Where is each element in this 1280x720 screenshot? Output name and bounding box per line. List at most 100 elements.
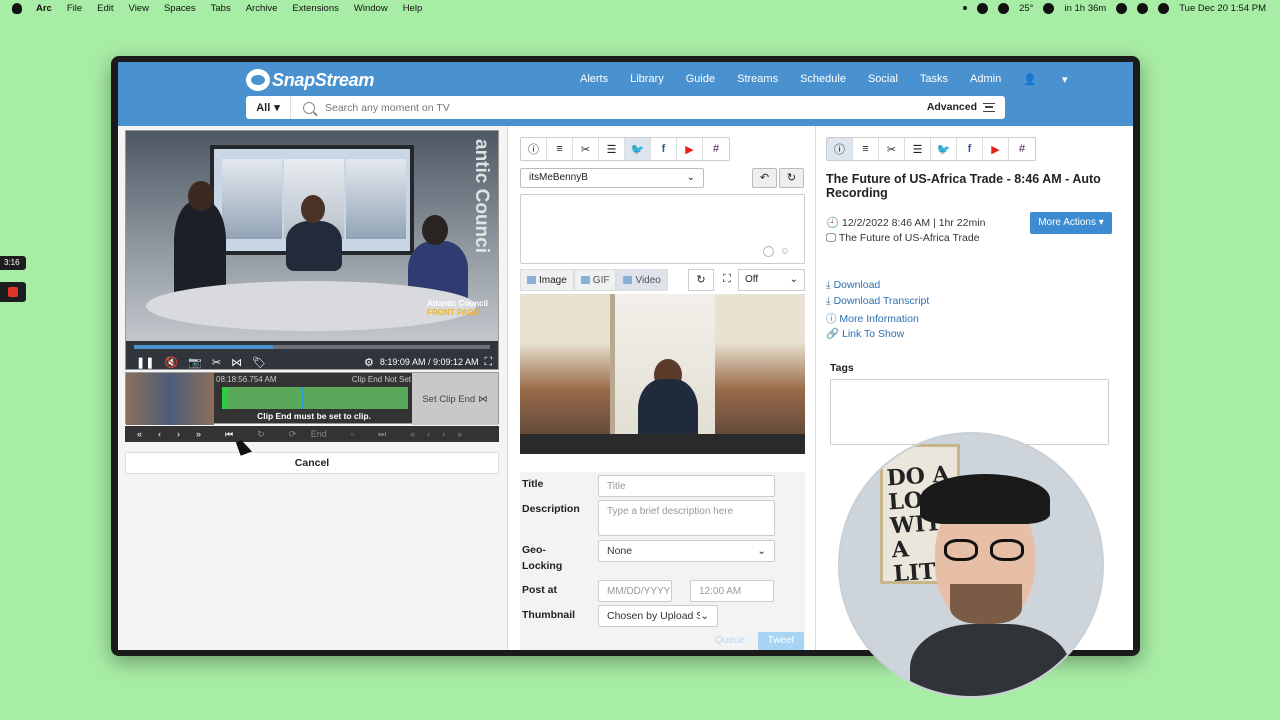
playhead-marker[interactable] [302, 387, 304, 409]
play-icon[interactable] [998, 2, 1010, 14]
end-forward-fast-icon[interactable]: » [457, 429, 462, 439]
video-progress[interactable] [134, 345, 490, 349]
scissors-icon[interactable]: ✂ [879, 138, 905, 160]
clip-start-handle[interactable] [222, 387, 228, 409]
refresh-media-icon[interactable]: ↻ [688, 269, 714, 291]
nav-guide[interactable]: Guide [686, 73, 715, 86]
set-end-button[interactable]: ⟳ End [289, 429, 327, 440]
download-link[interactable]: ⤓ Download [826, 279, 880, 292]
description-field[interactable]: Type a brief description here [598, 500, 775, 536]
tweet-composer[interactable]: ☺ [520, 194, 805, 264]
bookmark-icon[interactable]: ▫ [351, 429, 354, 439]
cancel-button[interactable]: Cancel [125, 452, 499, 474]
menu-help[interactable]: Help [403, 3, 423, 14]
facebook-icon[interactable]: f [651, 138, 677, 160]
nav-streams[interactable]: Streams [737, 73, 778, 86]
tab-gif[interactable]: GIF [573, 269, 617, 291]
clip-thumbnails[interactable] [126, 373, 214, 425]
step-forward-icon[interactable]: › [177, 429, 180, 439]
queue-button[interactable]: Queue [706, 632, 754, 650]
weather-text[interactable]: 25° [1019, 3, 1033, 14]
jump-to-start-icon[interactable]: ⏮ [225, 429, 233, 440]
user-menu[interactable]: 👤 ▾ [1023, 73, 1089, 86]
menu-clock[interactable]: Tue Dec 20 1:54 PM [1179, 3, 1266, 14]
clip-end-icon[interactable]: ⋈ [231, 356, 242, 369]
post-time-field[interactable]: 12:00 AM [690, 580, 774, 602]
nav-library[interactable]: Library [630, 73, 664, 86]
menu-extensions[interactable]: Extensions [292, 3, 338, 14]
end-step-back-icon[interactable]: ‹ [427, 429, 430, 439]
transcript-icon[interactable]: ≡ [853, 138, 879, 160]
apple-icon[interactable] [12, 2, 22, 14]
loop-icon[interactable]: ↻ [257, 429, 265, 440]
menu-window[interactable]: Window [354, 3, 388, 14]
tab-video[interactable]: Video [616, 269, 668, 291]
nav-alerts[interactable]: Alerts [580, 73, 608, 86]
battery-icon[interactable] [1116, 2, 1128, 14]
end-step-forward-icon[interactable]: › [442, 429, 445, 439]
forward-fast-icon[interactable]: » [196, 429, 201, 439]
mute-icon[interactable]: 🔇 [164, 356, 178, 369]
youtube-icon[interactable]: ▶ [677, 138, 703, 160]
tag-icon[interactable]: 🏷 [252, 356, 266, 369]
transcript-icon[interactable]: ≡ [547, 138, 573, 160]
menu-view[interactable]: View [129, 3, 149, 14]
undo-button[interactable]: ↶ [752, 168, 777, 188]
clip-range[interactable] [222, 387, 408, 409]
crop-select[interactable]: Off ⌄ [738, 269, 805, 291]
step-back-icon[interactable]: ‹ [158, 429, 161, 439]
geo-locking-select[interactable]: None ⌄ [598, 540, 775, 562]
camera-icon[interactable]: 📷 [188, 356, 202, 369]
emoji-icon[interactable]: ☺ [780, 246, 790, 257]
nav-schedule[interactable]: Schedule [800, 73, 846, 86]
nav-social[interactable]: Social [868, 73, 898, 86]
title-field[interactable]: Title [598, 475, 775, 497]
menu-tabs[interactable]: Tabs [211, 3, 231, 14]
thumbnail-select[interactable]: Chosen by Upload Sit ⌄ [598, 605, 718, 627]
slack-icon[interactable]: # [1009, 138, 1035, 160]
info-icon[interactable]: ⓘ [521, 138, 547, 160]
end-rewind-fast-icon[interactable]: « [410, 429, 415, 439]
list-icon[interactable]: ☰ [599, 138, 625, 160]
crop-icon[interactable]: ⛶ [716, 269, 738, 291]
settings-gear-icon[interactable]: ⚙ [364, 356, 374, 369]
nav-admin[interactable]: Admin [970, 73, 1001, 86]
slack-icon[interactable]: # [703, 138, 729, 160]
jump-to-end-icon[interactable]: ⏭ [378, 429, 386, 440]
set-clip-end-button[interactable]: Set Clip End ⋈ [412, 373, 498, 425]
search-input[interactable] [325, 101, 885, 114]
youtube-icon[interactable]: ▶ [983, 138, 1009, 160]
tab-image[interactable]: Image [520, 269, 574, 291]
advanced-search-button[interactable]: Advanced [927, 101, 995, 113]
control-center-icon[interactable] [1158, 2, 1170, 14]
more-actions-button[interactable]: More Actions ▾ [1030, 212, 1112, 234]
snapstream-logo[interactable]: SnapStream [246, 69, 374, 91]
menu-edit[interactable]: Edit [97, 3, 113, 14]
rewind-fast-icon[interactable]: « [137, 429, 142, 439]
account-select[interactable]: itsMeBennyB ⌄ [520, 168, 704, 188]
more-information-link[interactable]: ⓘ More Information [826, 311, 919, 326]
menu-spaces[interactable]: Spaces [164, 3, 196, 14]
menu-app-name[interactable]: Arc [36, 3, 52, 14]
video-player[interactable]: antic Counci Atlantic Council FRONT PAGE… [125, 130, 499, 370]
chat-icon[interactable] [977, 2, 989, 14]
info-icon[interactable]: ⓘ [827, 138, 853, 160]
tweet-button[interactable]: Tweet [758, 632, 804, 650]
link-to-show-link[interactable]: 🔗 Link To Show [826, 327, 904, 340]
post-date-field[interactable]: MM/DD/YYYY [598, 580, 672, 602]
menu-archive[interactable]: Archive [246, 3, 278, 14]
meeting-countdown[interactable]: in 1h 36m [1064, 3, 1106, 14]
list-icon[interactable]: ☰ [905, 138, 931, 160]
twitter-icon[interactable]: 🐦 [931, 138, 957, 160]
download-transcript-link[interactable]: ⤓ Download Transcript [826, 295, 929, 308]
menu-file[interactable]: File [67, 3, 82, 14]
pause-icon[interactable]: ❚❚ [136, 356, 154, 369]
search-scope-dropdown[interactable]: All ▾ [246, 96, 291, 119]
nav-tasks[interactable]: Tasks [920, 73, 948, 86]
facebook-icon[interactable]: f [957, 138, 983, 160]
stop-recording-button[interactable] [0, 282, 26, 302]
wifi-icon[interactable] [1137, 2, 1149, 14]
fullscreen-icon[interactable]: ⛶ [484, 356, 492, 369]
scissors-icon[interactable]: ✂ [573, 138, 599, 160]
twitter-icon[interactable]: 🐦 [625, 138, 651, 160]
